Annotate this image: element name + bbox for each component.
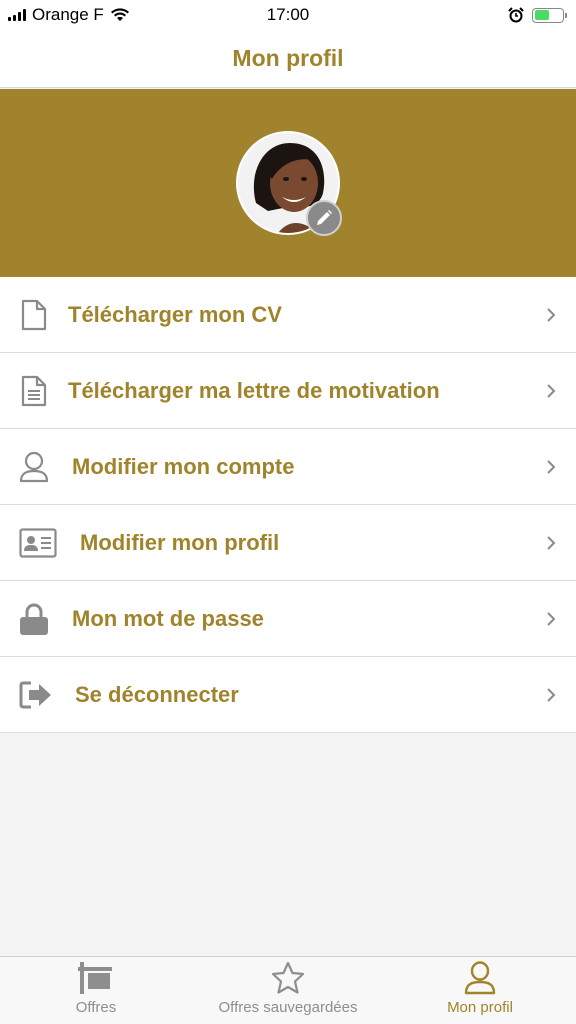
document-text-icon [18, 375, 50, 407]
tab-offres[interactable]: Offres [0, 957, 192, 1024]
status-left: Orange F [8, 5, 130, 25]
tab-my-profile[interactable]: Mon profil [384, 957, 576, 1024]
edit-avatar-button[interactable] [306, 200, 342, 236]
menu-item-label: Télécharger mon CV [68, 301, 282, 327]
chevron-right-icon [547, 459, 556, 474]
page-title: Mon profil [232, 45, 344, 71]
menu-item-label: Télécharger ma lettre de motivation [68, 377, 440, 403]
star-icon [271, 961, 305, 994]
tab-label: Offres sauvegardées [218, 999, 358, 1016]
menu-item-label: Mon mot de passe [72, 605, 264, 631]
menu-item-label: Modifier mon compte [72, 453, 295, 479]
status-bar: Orange F 17:00 [0, 0, 576, 30]
chevron-right-icon [547, 611, 556, 626]
menu-item-edit-account[interactable]: Modifier mon compte [0, 429, 576, 505]
document-icon [18, 299, 50, 331]
flag-icon [78, 962, 112, 994]
menu-item-password[interactable]: Mon mot de passe [0, 581, 576, 657]
chevron-right-icon [547, 535, 556, 550]
id-card-icon [18, 527, 58, 559]
sign-out-icon [18, 679, 54, 711]
signal-icon [8, 9, 26, 21]
user-icon [18, 451, 50, 483]
menu-item-label: Modifier mon profil [80, 529, 280, 555]
profile-menu: Télécharger mon CV Télécharger ma lettre… [0, 277, 576, 733]
tab-label: Offres [75, 999, 117, 1016]
menu-item-edit-profile[interactable]: Modifier mon profil [0, 505, 576, 581]
menu-item-logout[interactable]: Se déconnecter [0, 657, 576, 733]
wifi-icon [110, 8, 129, 21]
menu-item-download-letter[interactable]: Télécharger ma lettre de motivation [0, 353, 576, 429]
navigation-bar: Mon profil [0, 30, 576, 88]
chevron-right-icon [547, 383, 556, 398]
tab-bar: Offres Offres sauvegardées Mon profil [0, 956, 576, 1024]
carrier-name: Orange F [32, 5, 104, 24]
lock-icon [18, 603, 50, 635]
chevron-right-icon [547, 307, 556, 322]
battery-icon [532, 7, 567, 23]
tab-label: Mon profil [447, 999, 513, 1016]
tab-saved-offers[interactable]: Offres sauvegardées [192, 957, 384, 1024]
menu-item-download-cv[interactable]: Télécharger mon CV [0, 277, 576, 353]
menu-item-label: Se déconnecter [75, 681, 239, 707]
user-icon [464, 961, 496, 995]
pencil-icon [317, 210, 332, 225]
chevron-right-icon [547, 687, 556, 702]
status-right [508, 7, 567, 23]
alarm-icon [508, 7, 524, 23]
